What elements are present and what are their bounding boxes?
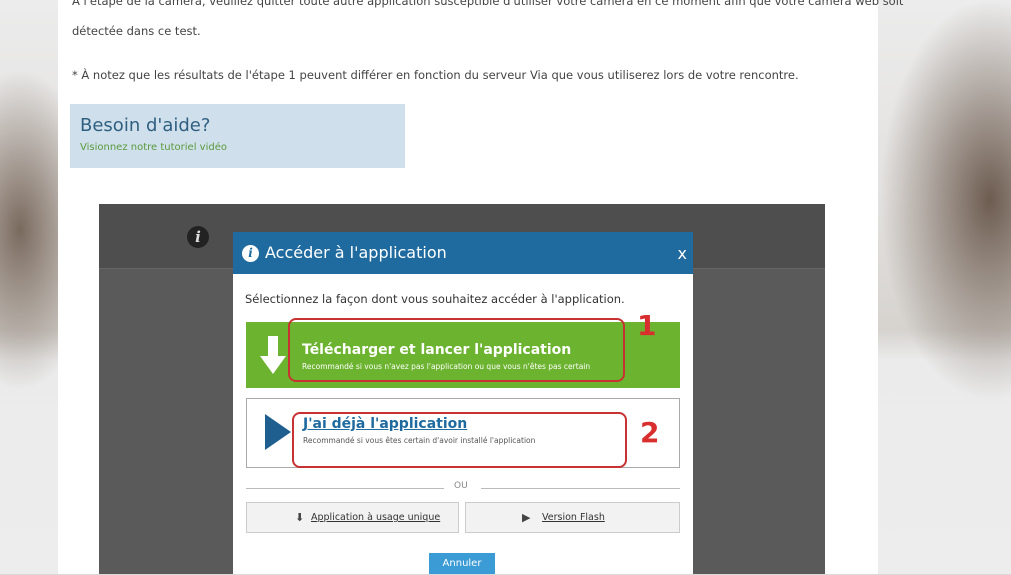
- divider-left: [246, 488, 444, 489]
- play-icon: [265, 414, 291, 450]
- close-button[interactable]: x: [678, 244, 687, 263]
- divider-right: [481, 488, 680, 489]
- single-use-app-button[interactable]: ⬇ Application à usage unique: [246, 502, 459, 533]
- download-icon: ⬇: [295, 511, 305, 524]
- flash-version-button[interactable]: ▶ Version Flash: [465, 502, 680, 533]
- info-icon: i: [242, 245, 259, 262]
- download-arrow-icon: [260, 336, 286, 374]
- or-separator: OU: [454, 481, 468, 491]
- single-use-app-label: Application à usage unique: [311, 512, 441, 523]
- modal-intro: Sélectionnez la façon dont vous souhaite…: [245, 292, 625, 306]
- modal-title: Accéder à l'application: [265, 243, 447, 262]
- help-box: Besoin d'aide? Visionnez notre tutoriel …: [70, 104, 405, 168]
- camera-instruction-line2: détectée dans ce test.: [72, 24, 201, 38]
- callout-number-2: 2: [640, 416, 660, 449]
- callout-box-2: [292, 412, 627, 468]
- callout-number-1: 1: [637, 309, 657, 342]
- callout-box-1: [288, 318, 625, 382]
- play-icon: ▶: [522, 511, 531, 524]
- flash-version-label: Version Flash: [542, 512, 605, 523]
- help-title: Besoin d'aide?: [80, 115, 211, 136]
- tutorial-link[interactable]: Visionnez notre tutoriel vidéo: [80, 142, 227, 153]
- cancel-button[interactable]: Annuler: [429, 553, 495, 574]
- info-icon: i: [187, 226, 209, 248]
- access-app-modal: i Accéder à l'application x Sélectionnez…: [233, 232, 693, 574]
- modal-header: i Accéder à l'application x: [233, 232, 693, 274]
- server-note: * À notez que les résultats de l'étape 1…: [72, 68, 799, 82]
- camera-instruction-line1: À l'étape de la caméra, veuillez quitter…: [72, 0, 904, 8]
